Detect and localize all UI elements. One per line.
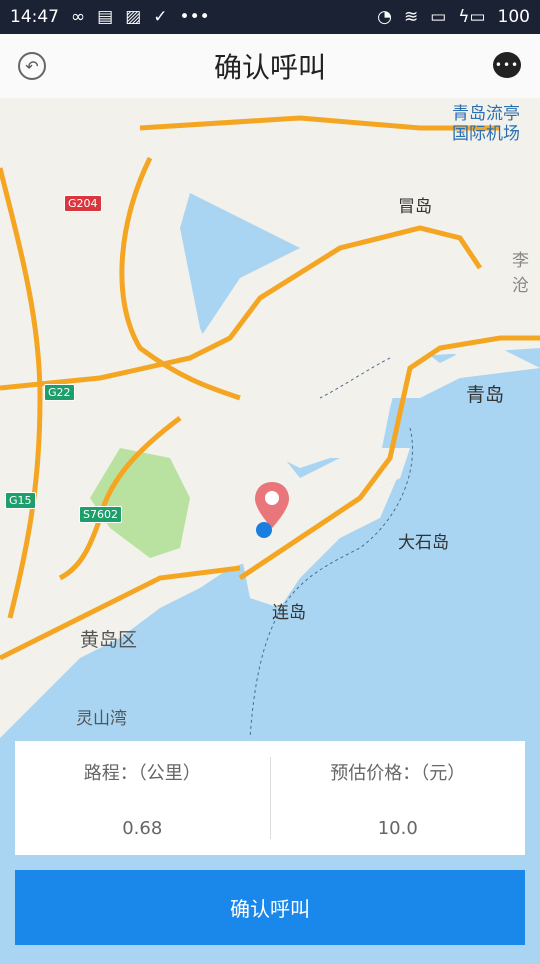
check-circle-icon: ✓	[153, 7, 168, 27]
back-arrow-icon[interactable]: ↶	[18, 52, 46, 80]
distance-value: 0.68	[122, 818, 163, 839]
confirm-call-button[interactable]: 确认呼叫	[15, 870, 525, 945]
status-bar: 14:47 ∞ ▤ ▨ ✓ ••• ◔ ≋ ▭ ϟ▭ 100	[0, 0, 540, 34]
sim-icon: ▭	[430, 7, 447, 27]
distance-section: 路程：（公里） 0.68	[15, 741, 270, 855]
shield-g22: G22	[44, 384, 75, 401]
page-title: 确认呼叫	[213, 51, 326, 84]
shield-g15: G15	[5, 492, 36, 509]
news-icon: ▤	[97, 7, 114, 27]
price-value: 10.0	[377, 818, 418, 839]
chat-bubble-icon[interactable]: •••	[493, 52, 521, 78]
infinity-icon: ∞	[71, 7, 86, 27]
trip-info-card: 路程：（公里） 0.68 预估价格：（元） 10.0	[15, 741, 525, 855]
label-liandao: 连岛	[272, 603, 306, 623]
label-dashidao: 大石岛	[398, 533, 449, 553]
shield-g204: G204	[64, 195, 102, 212]
label-qingdao: 青岛	[466, 384, 505, 406]
charging-icon: ϟ▭	[458, 7, 486, 27]
more-dots-icon: •••	[179, 7, 210, 27]
label-licang: 李沧	[512, 251, 529, 296]
price-label: 预估价格：（元）	[330, 763, 466, 784]
label-airport: 青岛流亭 国际机场	[452, 104, 520, 144]
location-pin-icon[interactable]	[252, 480, 292, 540]
label-lingshanwan: 灵山湾	[76, 709, 127, 729]
label-huangdao: 黄岛区	[80, 629, 138, 651]
current-location-dot	[256, 522, 272, 538]
label-maodao: 冒岛	[398, 197, 432, 217]
distance-label: 路程：（公里）	[83, 763, 201, 784]
wifi-icon: ≋	[403, 7, 419, 27]
clock: 14:47	[10, 7, 59, 27]
price-section: 预估价格：（元） 10.0	[271, 741, 526, 855]
nfc-icon: ◔	[377, 7, 392, 27]
nav-header: ↶ 确认呼叫 •••	[0, 34, 540, 98]
battery-level: 100	[497, 7, 530, 27]
image-icon: ▨	[125, 7, 142, 27]
shield-s7602: S7602	[79, 506, 122, 523]
